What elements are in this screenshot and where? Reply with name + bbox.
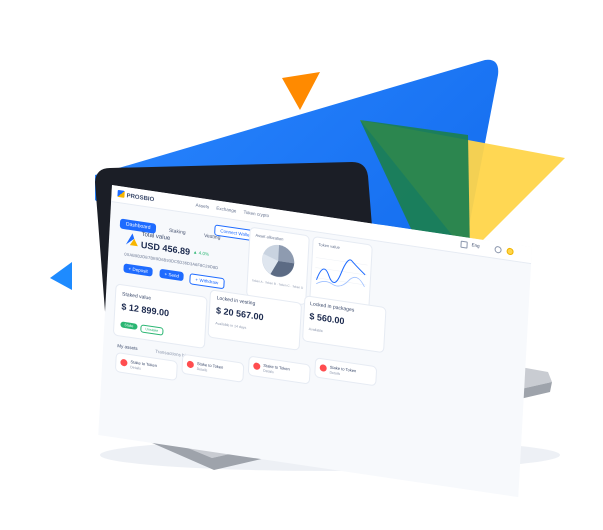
wallet-icon[interactable] [460, 240, 468, 249]
deposit-button[interactable]: + Deposit [123, 263, 153, 277]
token-logo-icon [125, 233, 138, 247]
breadcrumb-exchange[interactable]: Exchange [216, 206, 236, 214]
withdraw-button[interactable]: + Withdraw [189, 273, 225, 290]
token-line-chart [314, 257, 368, 288]
notification-icon[interactable] [506, 247, 514, 256]
logo-icon [117, 189, 125, 198]
allocation-pie-chart [262, 244, 295, 278]
app-logo[interactable]: PROSBIO [117, 189, 154, 203]
language-select[interactable]: Eng [471, 242, 479, 248]
profile-icon[interactable] [494, 245, 502, 254]
tab-my-assets[interactable]: My assets [117, 343, 138, 351]
send-button[interactable]: + Send [159, 268, 185, 282]
breadcrumb-assets[interactable]: Assets [195, 202, 209, 209]
breadcrumb-token[interactable]: Token crypto [243, 210, 269, 219]
total-value-change: ▲ 4.0% [192, 249, 210, 257]
